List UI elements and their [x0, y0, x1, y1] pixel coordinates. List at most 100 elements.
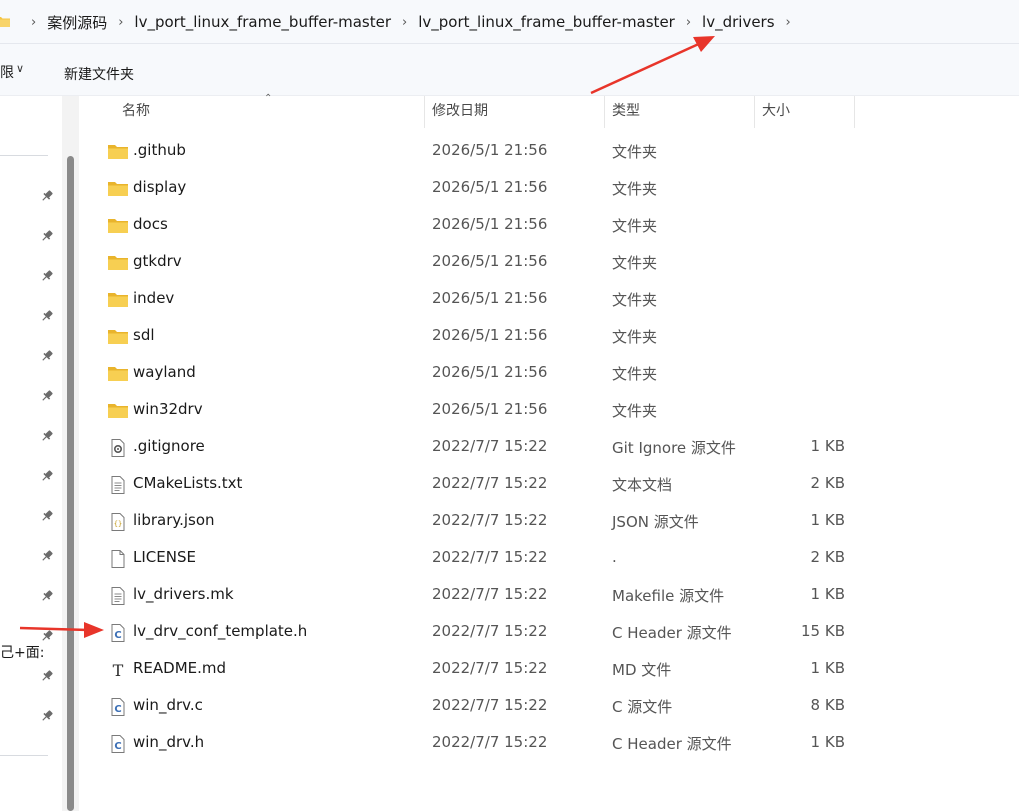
- settings-file-icon: [111, 439, 125, 457]
- chevron-right-icon[interactable]: ›: [402, 15, 407, 30]
- file-name[interactable]: .github: [133, 141, 186, 159]
- folder-icon: [0, 17, 10, 27]
- chevron-down-icon[interactable]: ∨: [16, 62, 24, 75]
- toolbar: 限 ∨ 新建文件夹: [0, 44, 1019, 96]
- folder-row[interactable]: gtkdrv 2026/5/1 21:56 文件夹: [79, 244, 879, 281]
- text-file-icon: [111, 587, 125, 605]
- breadcrumb: › 案例源码 › lv_port_linux_frame_buffer-mast…: [0, 0, 802, 44]
- column-header-date[interactable]: 修改日期: [432, 96, 488, 128]
- file-row[interactable]: lv_drivers.mk 2022/7/7 15:22 Makefile 源文件 1…: [79, 577, 879, 614]
- pin-icon[interactable]: [40, 189, 54, 203]
- file-date: 2026/5/1 21:56: [432, 289, 548, 307]
- address-bar[interactable]: › 案例源码 › lv_port_linux_frame_buffer-mast…: [0, 0, 1019, 44]
- pin-icon[interactable]: [40, 669, 54, 683]
- pin-icon[interactable]: [40, 589, 54, 603]
- file-row[interactable]: T README.md 2022/7/7 15:22 MD 文件 1 KB: [79, 651, 879, 688]
- folder-row[interactable]: indev 2026/5/1 21:56 文件夹: [79, 281, 879, 318]
- file-name[interactable]: win_drv.h: [133, 733, 204, 751]
- file-size: 1 KB: [810, 659, 845, 677]
- file-row[interactable]: LICENSE 2022/7/7 15:22. 2 KB: [79, 540, 879, 577]
- file-name[interactable]: sdl: [133, 326, 155, 344]
- folder-icon: [108, 145, 128, 159]
- folder-row[interactable]: wayland 2026/5/1 21:56 文件夹: [79, 355, 879, 392]
- file-name[interactable]: lv_drv_conf_template.h: [133, 622, 307, 640]
- column-header-name[interactable]: 名称: [122, 96, 150, 128]
- pin-icon[interactable]: [40, 469, 54, 483]
- new-folder-button[interactable]: 新建文件夹: [64, 64, 134, 84]
- file-date: 2022/7/7 15:22: [432, 585, 548, 603]
- file-name[interactable]: lv_drivers.mk: [133, 585, 234, 603]
- file-date: 2022/7/7 15:22: [432, 659, 548, 677]
- file-type: 文件夹: [612, 180, 658, 198]
- pin-icon[interactable]: [40, 709, 54, 723]
- column-divider[interactable]: [424, 96, 425, 128]
- folder-icon: [108, 404, 128, 418]
- breadcrumb-item[interactable]: lv_port_linux_frame_buffer-master: [134, 13, 391, 31]
- file-row[interactable]: Cwin_drv.h 2022/7/7 15:22 C Header 源文件 1 KB: [79, 725, 879, 762]
- svg-text:C: C: [114, 704, 121, 715]
- folder-row[interactable]: sdl 2026/5/1 21:56 文件夹: [79, 318, 879, 355]
- file-name[interactable]: win32drv: [133, 400, 203, 418]
- pin-icon[interactable]: [40, 429, 54, 443]
- file-name[interactable]: gtkdrv: [133, 252, 182, 270]
- file-name[interactable]: win_drv.c: [133, 696, 203, 714]
- file-name[interactable]: wayland: [133, 363, 196, 381]
- breadcrumb-item[interactable]: 案例源码: [47, 12, 107, 33]
- pin-icon[interactable]: [40, 509, 54, 523]
- file-date: 2026/5/1 21:56: [432, 141, 548, 159]
- column-divider[interactable]: [854, 96, 855, 128]
- file-name[interactable]: .gitignore: [133, 437, 205, 455]
- folder-row[interactable]: display 2026/5/1 21:56 文件夹: [79, 170, 879, 207]
- file-row[interactable]: Cwin_drv.c 2022/7/7 15:22 C 源文件 8 KB: [79, 688, 879, 725]
- folder-icon: [108, 256, 128, 270]
- file-date: 2022/7/7 15:22: [432, 548, 548, 566]
- pin-icon[interactable]: [40, 269, 54, 283]
- file-type: 文件夹: [612, 328, 658, 346]
- file-size: 1 KB: [810, 733, 845, 751]
- folder-row[interactable]: win32drv 2026/5/1 21:56 文件夹: [79, 392, 879, 429]
- file-name[interactable]: display: [133, 178, 186, 196]
- toolbar-partial-label[interactable]: 限: [0, 62, 14, 82]
- pin-icon[interactable]: [40, 229, 54, 243]
- pin-icon[interactable]: [40, 549, 54, 563]
- chevron-right-icon[interactable]: ›: [786, 15, 791, 30]
- pin-icon[interactable]: [40, 389, 54, 403]
- file-row[interactable]: {} library.json 2022/7/7 15:22 JSON 源文件 1 KB: [79, 503, 879, 540]
- file-row[interactable]: Clv_drv_conf_template.h 2022/7/7 15:22 C H…: [79, 614, 879, 651]
- pin-icon[interactable]: [40, 629, 54, 643]
- file-name[interactable]: README.md: [133, 659, 226, 677]
- svg-text:T: T: [113, 661, 124, 679]
- breadcrumb-item-current[interactable]: lv_drivers: [702, 13, 775, 31]
- folder-icon: [108, 367, 128, 381]
- breadcrumb-item[interactable]: lv_port_linux_frame_buffer-master: [418, 13, 675, 31]
- file-type: 文件夹: [612, 365, 658, 383]
- file-name[interactable]: indev: [133, 289, 174, 307]
- file-name[interactable]: CMakeLists.txt: [133, 474, 242, 492]
- column-header-size[interactable]: 大小: [762, 96, 790, 128]
- column-header-type[interactable]: 类型: [612, 96, 640, 128]
- file-row[interactable]: .gitignore 2022/7/7 15:22 Git Ignore 源文件 1 …: [79, 429, 879, 466]
- file-type: Git Ignore 源文件: [612, 439, 736, 457]
- folder-row[interactable]: .github 2026/5/1 21:56 文件夹: [79, 133, 879, 170]
- file-name[interactable]: LICENSE: [133, 548, 196, 566]
- file-date: 2026/5/1 21:56: [432, 363, 548, 381]
- file-name[interactable]: library.json: [133, 511, 215, 529]
- navigation-pane: 己+面:: [0, 96, 62, 811]
- file-row[interactable]: CMakeLists.txt 2022/7/7 15:22 文本文档 2 KB: [79, 466, 879, 503]
- column-divider[interactable]: [604, 96, 605, 128]
- file-date: 2022/7/7 15:22: [432, 511, 548, 529]
- markdown-file-icon: T: [113, 661, 124, 679]
- chevron-right-icon[interactable]: ›: [118, 15, 123, 30]
- column-divider[interactable]: [754, 96, 755, 128]
- folder-row[interactable]: docs 2026/5/1 21:56 文件夹: [79, 207, 879, 244]
- chevron-right-icon[interactable]: ›: [686, 15, 691, 30]
- c-file-icon: C: [111, 624, 125, 642]
- pin-icon[interactable]: [40, 309, 54, 323]
- chevron-right-icon: ›: [31, 14, 37, 30]
- nav-scrollbar-thumb[interactable]: [67, 156, 74, 811]
- pin-icon[interactable]: [40, 349, 54, 363]
- file-type: C 源文件: [612, 698, 673, 716]
- nav-item-label[interactable]: 己+面:: [0, 642, 44, 662]
- file-date: 2022/7/7 15:22: [432, 474, 548, 492]
- file-name[interactable]: docs: [133, 215, 168, 233]
